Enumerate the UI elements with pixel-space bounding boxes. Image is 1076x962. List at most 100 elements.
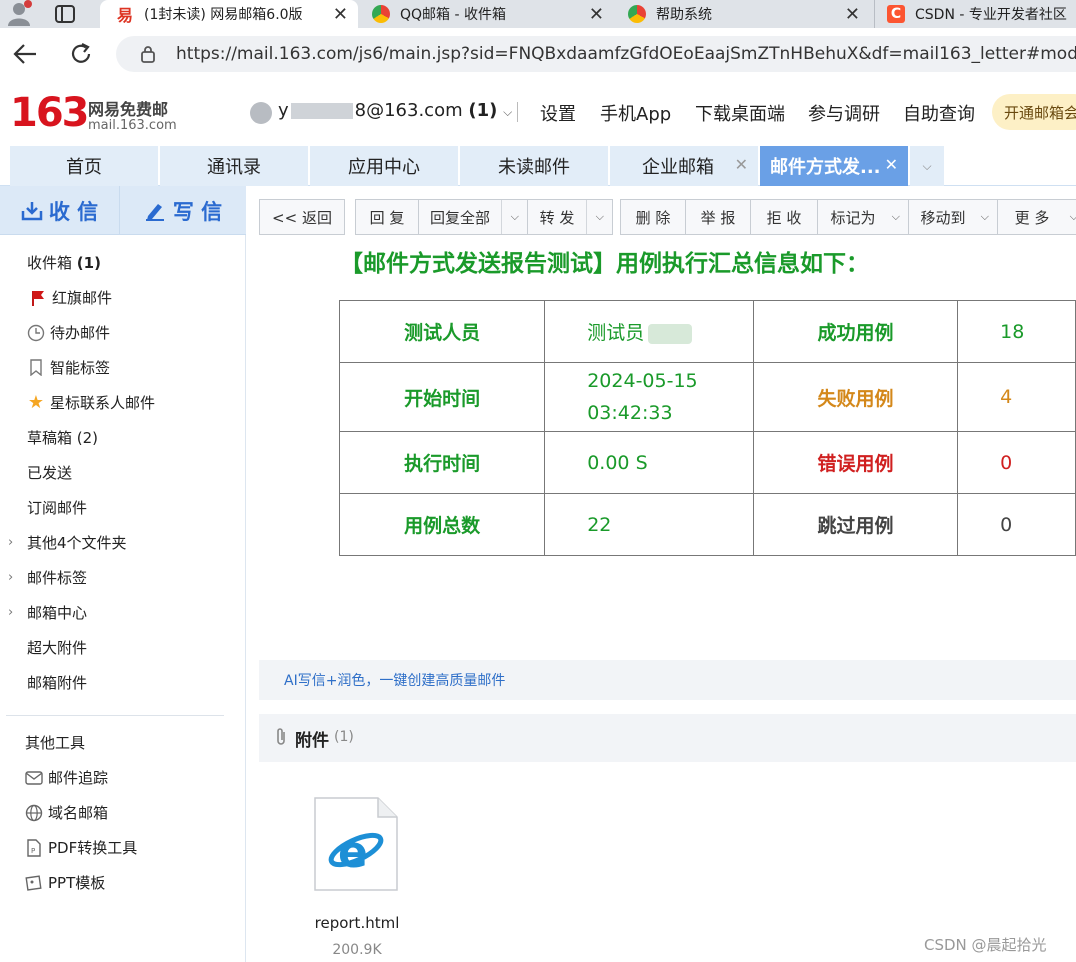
tab-overview-icon[interactable] [54,3,76,25]
forward-button[interactable]: 转 发 ⌵ [527,199,613,235]
tool-label: PPT模板 [48,874,106,892]
browser-tab-163[interactable]: 易 (1封未读) 网易邮箱6.0版 ✕ [100,0,358,28]
download-desktop-link[interactable]: 下载桌面端 [695,100,785,126]
chevron-right-icon: › [8,570,14,585]
compose-button[interactable]: 写 信 [121,186,246,235]
tab-unread[interactable]: 未读邮件 [460,146,608,186]
divider [501,200,502,234]
tab-app-center[interactable]: 应用中心 [310,146,458,186]
star-icon: ★ [27,392,45,413]
tools-section-title: 其他工具 [25,734,86,752]
tab-home[interactable]: 首页 [10,146,158,186]
chevron-down-icon: ⌵ [980,210,989,223]
pencil-icon [145,203,164,221]
tab-label: 企业邮箱 [642,157,714,178]
tool-ppt-templates[interactable]: PPT模板 [0,865,246,900]
sidebar-item-mail-center[interactable]: › 邮箱中心 [0,595,246,630]
sidebar-item-inbox[interactable]: 收件箱 (1) [0,245,246,280]
tab-current-mail[interactable]: 邮件方式发... ✕ [760,146,908,186]
sidebar-item-label: 订阅邮件 [27,499,88,517]
sidebar-item-mail-tags[interactable]: › 邮件标签 [0,560,246,595]
more-button[interactable]: 更 多 ⌵ [997,199,1076,235]
tool-mail-tracking[interactable]: 邮件追踪 [0,760,246,795]
sidebar-item-other-folders[interactable]: › 其他4个文件夹 [0,525,246,560]
reply-all-button[interactable]: 回复全部 ⌵ [418,199,528,235]
netease-favicon-icon: 易 [116,5,134,25]
move-to-button[interactable]: 移动到 ⌵ [908,199,998,235]
close-icon[interactable]: ✕ [735,155,748,174]
chrome-favicon-icon [628,5,646,23]
close-icon[interactable]: ✕ [885,155,898,174]
compose-label: 写 信 [172,199,223,224]
attachment-file-name[interactable]: report.html [302,914,412,932]
table-cell-label: 开始时间 [338,362,546,432]
browser-tab-help[interactable]: 帮助系统 ✕ [616,0,870,28]
sidebar-item-drafts[interactable]: 草稿箱 (2) [0,420,246,455]
sidebar-item-large-attachments[interactable]: 超大附件 [0,630,246,665]
attachment-file-card[interactable]: e [314,797,398,891]
account-redaction [290,103,353,119]
sidebar-item-starred-contacts[interactable]: ★ 星标联系人邮件 [0,385,246,420]
logo-domain: mail.163.com [88,118,177,133]
receive-button[interactable]: 收 信 [0,186,120,235]
reject-button[interactable]: 拒 收 [750,199,818,235]
account-menu[interactable]: y 8@163.com (1) ⌵ [278,100,512,121]
sidebar-item-smart-tags[interactable]: 智能标签 [0,350,246,385]
table-cell-value: 测试员 [544,300,754,363]
module-tabs: 首页 通讯录 应用中心 未读邮件 企业邮箱 ✕ 邮件方式发... ✕ ⌵ [0,146,1076,186]
tab-enterprise-mail[interactable]: 企业邮箱 ✕ [610,146,758,186]
url-input[interactable]: https://mail.163.com/js6/main.jsp?sid=FN… [116,36,1076,72]
sidebar-item-label: 待办邮件 [50,324,111,342]
browser-tab-csdn[interactable]: C CSDN - 专业开发者社区 [874,0,1076,28]
mobile-app-link[interactable]: 手机App [600,100,671,126]
inbox-download-icon [21,201,43,220]
tab-contacts[interactable]: 通讯录 [160,146,308,186]
browser-tab-strip: 易 (1封未读) 网易邮箱6.0版 ✕ QQ邮箱 - 收件箱 ✕ 帮助系统 ✕ … [0,0,1076,28]
chevron-right-icon: › [8,535,14,550]
table-cell-label: 执行时间 [338,431,546,494]
mail-header: 163 网易免费邮 mail.163.com y 8@163.com (1) ⌵ … [0,80,1076,146]
survey-link[interactable]: 参与调研 [808,100,880,126]
vip-promo-button[interactable]: 开通邮箱会 [992,94,1076,130]
tab-title: CSDN - 专业开发者社区 [915,7,1067,23]
tool-pdf-converter[interactable]: P PDF转换工具 [0,830,246,865]
back-button[interactable]: << 返回 [259,199,345,235]
back-arrow-icon[interactable] [12,42,38,66]
tool-domain-mail[interactable]: 域名邮箱 [0,795,246,830]
sidebar-item-red-flag[interactable]: 红旗邮件 [0,280,246,315]
forward-label: 转 发 [539,208,575,227]
table-cell-label: 跳过用例 [752,493,959,556]
close-icon[interactable]: ✕ [333,4,348,25]
ai-writing-banner[interactable]: AI写信+润色，一键创建高质量邮件 [259,660,1076,700]
site-info-icon[interactable] [140,45,156,63]
tab-overflow-button[interactable]: ⌵ [910,146,944,186]
sidebar-item-label: 邮箱附件 [27,674,88,692]
sidebar-item-label: 智能标签 [50,359,111,377]
sidebar-item-sent[interactable]: 已发送 [0,455,246,490]
profile-icon[interactable] [6,0,32,26]
self-service-link[interactable]: 自助查询 [903,100,975,126]
summary-table: 测试人员 测试员 成功用例 18 开始时间 2024-05-15 03:42:3… [338,300,1076,556]
tab-title: 帮助系统 [656,7,712,23]
sidebar-item-subscriptions[interactable]: 订阅邮件 [0,490,246,525]
mark-as-button[interactable]: 标记为 ⌵ [817,199,909,235]
browser-tab-qq[interactable]: QQ邮箱 - 收件箱 ✕ [360,0,614,28]
sidebar-item-mail-attachments[interactable]: 邮箱附件 [0,665,246,700]
inbox-unread-count: (1) [76,253,101,272]
reply-button[interactable]: 回 复 [355,199,419,235]
chevron-down-icon[interactable]: ⌵ [596,210,604,224]
move-to-label: 移动到 [920,208,966,227]
close-icon[interactable]: ✕ [589,4,604,25]
report-spam-button[interactable]: 举 报 [685,199,751,235]
close-icon[interactable]: ✕ [845,4,860,25]
ai-writing-link[interactable]: AI写信+润色，一键创建高质量邮件 [284,670,505,690]
sidebar-item-todo[interactable]: 待办邮件 [0,315,246,350]
sidebar-item-label: 红旗邮件 [52,289,113,307]
chevron-right-icon: › [8,605,14,620]
settings-link[interactable]: 设置 [540,100,576,126]
reload-icon[interactable] [68,41,94,67]
chevron-down-icon[interactable]: ⌵ [511,210,519,224]
delete-button[interactable]: 删 除 [620,199,686,235]
avatar[interactable] [250,102,272,124]
attachments-header: 附件 (1) [259,714,1076,762]
